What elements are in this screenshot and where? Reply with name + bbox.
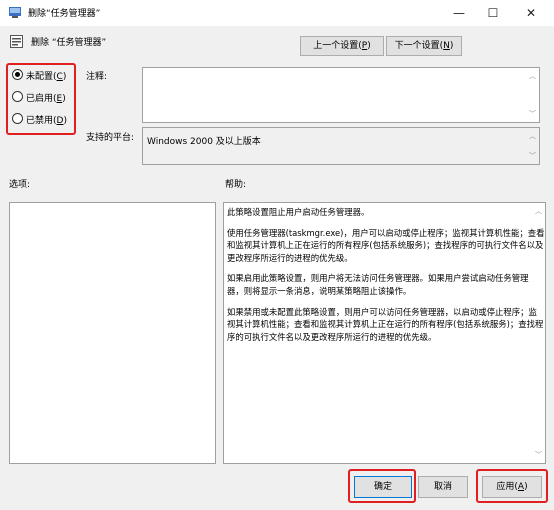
- radio-indicator-enabled[interactable]: [12, 91, 23, 102]
- radio-close-enabled: ): [62, 94, 66, 104]
- policy-setting-icon: [10, 35, 23, 48]
- radio-label-not-configured: 未配置(: [26, 72, 57, 82]
- radio-label-disabled: 已禁用(: [26, 116, 57, 126]
- radio-close-disabled: ): [63, 116, 67, 126]
- scroll-up-icon[interactable]: ︿: [529, 131, 536, 141]
- help-label: 帮助:: [225, 180, 247, 190]
- apply-button[interactable]: 应用(A): [482, 476, 542, 498]
- radio-not-configured[interactable]: 未配置(C): [12, 69, 66, 85]
- next-setting-close: ): [449, 41, 454, 51]
- radio-label-enabled: 已启用(: [26, 94, 57, 104]
- comment-textarea[interactable]: ︿ ﹀: [142, 67, 540, 123]
- radio-indicator-disabled[interactable]: [12, 113, 23, 124]
- title-bar: 删除“任务管理器” — ☐ ✕: [0, 0, 554, 26]
- cancel-button[interactable]: 取消: [418, 476, 468, 498]
- previous-setting-label: 上一个设置(: [313, 41, 362, 51]
- setting-title: 删除 “任务管理器”: [31, 38, 107, 48]
- options-label: 选项:: [9, 180, 31, 190]
- next-setting-key: N: [443, 41, 450, 51]
- platform-label: 支持的平台:: [86, 133, 135, 143]
- apply-close: ): [524, 482, 528, 492]
- help-paragraph: 使用任务管理器(taskmgr.exe)，用户可以启动或停止程序；监视其计算机性…: [227, 227, 545, 263]
- next-setting-label: 下一个设置(: [394, 41, 444, 51]
- previous-setting-close: ): [367, 41, 371, 51]
- radio-close-not-configured: ): [62, 72, 67, 82]
- comment-scrollbar[interactable]: ︿ ﹀: [525, 68, 539, 122]
- window-title: 删除“任务管理器”: [28, 9, 101, 19]
- scroll-up-icon[interactable]: ︿: [529, 71, 536, 81]
- help-paragraph: 如果禁用或未配置此策略设置，则用户可以访问任务管理器，以启动或停止程序；监视其计…: [227, 306, 544, 342]
- platform-value: Windows 2000 及以上版本: [147, 137, 261, 147]
- help-text: 此策略设置阻止用户启动任务管理器。 使用任务管理器(taskmgr.exe)，用…: [227, 206, 545, 351]
- scroll-down-icon[interactable]: ﹀: [529, 151, 536, 161]
- options-pane: [9, 202, 216, 464]
- comment-label: 注释:: [86, 72, 108, 82]
- radio-indicator-not-configured[interactable]: [12, 69, 23, 80]
- close-button[interactable]: ✕: [512, 0, 550, 26]
- minimize-button[interactable]: —: [440, 0, 478, 26]
- policy-app-icon: [9, 7, 21, 18]
- radio-disabled[interactable]: 已禁用(D): [12, 113, 67, 129]
- scroll-down-icon[interactable]: ﹀: [529, 109, 536, 119]
- scroll-down-icon[interactable]: ﹀: [535, 450, 542, 460]
- ok-button[interactable]: 确定: [354, 476, 412, 498]
- maximize-button[interactable]: ☐: [474, 0, 512, 26]
- help-paragraph: 如果启用此策略设置，则用户将无法访问任务管理器。如果用户尝试启动任务管理器，则将…: [227, 273, 529, 296]
- next-setting-button[interactable]: 下一个设置(N): [386, 36, 462, 56]
- radio-enabled[interactable]: 已启用(E): [12, 91, 66, 107]
- previous-setting-button[interactable]: 上一个设置(P): [300, 36, 384, 56]
- platform-field: Windows 2000 及以上版本 ︿ ﹀: [142, 127, 540, 165]
- platform-scrollbar[interactable]: ︿ ﹀: [525, 128, 539, 164]
- help-paragraph: 此策略设置阻止用户启动任务管理器。: [227, 207, 370, 217]
- apply-label: 应用(: [496, 482, 518, 492]
